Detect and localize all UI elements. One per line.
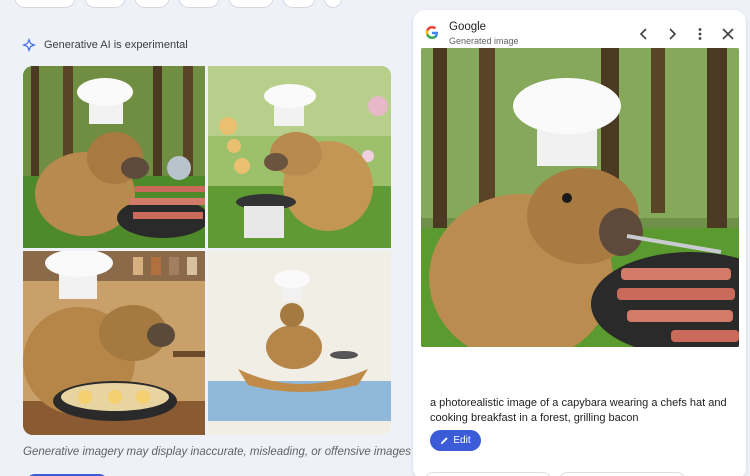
- results-column: Generative AI is experimental Generative…: [0, 10, 413, 476]
- filter-chip[interactable]: [178, 0, 220, 8]
- more-vert-icon: [698, 28, 702, 40]
- filter-chip-row: [0, 0, 410, 10]
- edit-button[interactable]: Edit: [430, 430, 481, 451]
- more-options-button[interactable]: [690, 24, 710, 44]
- filter-chip[interactable]: [228, 0, 274, 8]
- panel-toolbar: [634, 24, 738, 44]
- selected-generated-image[interactable]: [421, 48, 739, 347]
- google-g-icon: [425, 26, 438, 39]
- image-prompt-caption: a photorealistic image of a capybara wea…: [430, 397, 727, 424]
- generated-image-4[interactable]: [208, 251, 391, 435]
- generated-image-2[interactable]: [208, 66, 391, 248]
- generated-images-grid: [23, 66, 391, 435]
- generated-image-1[interactable]: [23, 66, 205, 248]
- experimental-label: Generative AI is experimental: [44, 39, 188, 51]
- disclaimer-text: Generative imagery may display inaccurat…: [23, 446, 413, 458]
- experimental-notice: Generative AI is experimental: [22, 38, 188, 52]
- previous-button[interactable]: [634, 24, 654, 44]
- close-icon: [722, 28, 734, 40]
- gemini-sparkle-icon: [22, 38, 36, 52]
- filter-chip[interactable]: [134, 0, 170, 8]
- source-subtitle: Generated image: [449, 36, 519, 46]
- partial-pill[interactable]: [425, 472, 551, 476]
- next-button[interactable]: [662, 24, 682, 44]
- panel-header: Google Generated image: [425, 20, 519, 47]
- edit-button-label: Edit: [453, 435, 471, 446]
- filter-chip[interactable]: [324, 0, 342, 8]
- chevron-right-icon: [669, 28, 677, 40]
- filter-chip[interactable]: [282, 0, 316, 8]
- partial-pill[interactable]: [559, 472, 685, 476]
- source-name: Google: [449, 21, 487, 33]
- filter-chip[interactable]: [84, 0, 126, 8]
- image-detail-panel: Google Generated image a photorealistic …: [413, 10, 746, 476]
- generated-image-3[interactable]: [23, 251, 205, 435]
- chevron-left-icon: [639, 28, 647, 40]
- pencil-icon: [441, 437, 449, 445]
- close-button[interactable]: [718, 24, 738, 44]
- filter-chip[interactable]: [14, 0, 76, 8]
